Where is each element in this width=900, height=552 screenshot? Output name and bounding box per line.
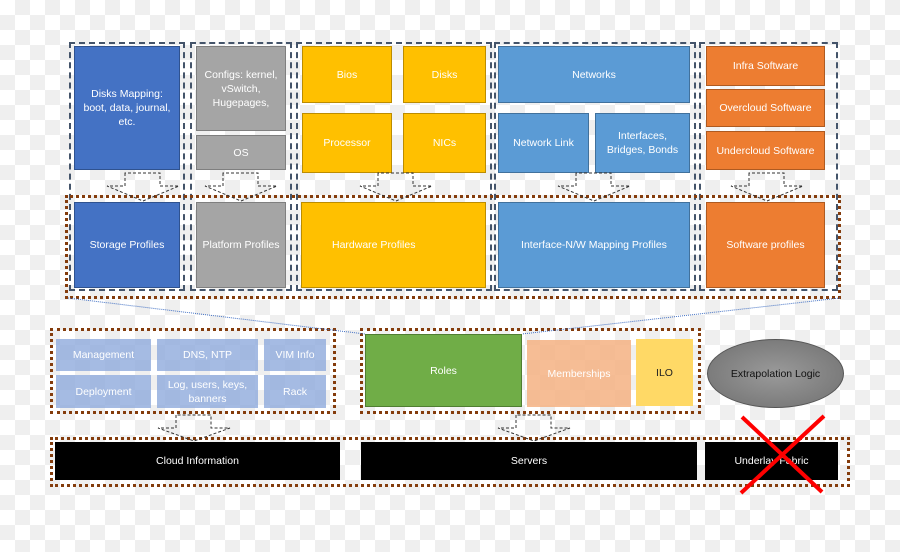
log-users-keys-box: Log, users, keys, banners: [157, 375, 258, 408]
os-box: OS: [196, 135, 286, 170]
storage-profiles-box: Storage Profiles: [74, 202, 180, 288]
configs-box: Configs: kernel, vSwitch, Hugepages,: [196, 46, 286, 131]
dns-ntp-box: DNS, NTP: [157, 339, 258, 371]
bios-box: Bios: [302, 46, 392, 103]
software-profiles-box: Software profiles: [706, 202, 825, 288]
network-link-box: Network Link: [498, 113, 589, 173]
architecture-diagram: Disks Mapping: boot, data, journal, etc.…: [0, 0, 900, 552]
disks-mapping-box: Disks Mapping: boot, data, journal, etc.: [74, 46, 180, 170]
management-box: Management: [56, 339, 151, 371]
rack-box: Rack: [264, 375, 326, 408]
memberships-box: Memberships: [527, 340, 631, 407]
interfaces-box: Interfaces, Bridges, Bonds: [595, 113, 690, 173]
cloud-information-bar: Cloud Information: [55, 442, 340, 480]
underlay-fabric-bar: Underlay Fabric: [705, 442, 838, 480]
extrapolation-logic-ellipse: Extrapolation Logic: [707, 339, 844, 408]
networks-box: Networks: [498, 46, 690, 103]
overcloud-software-box: Overcloud Software: [706, 89, 825, 127]
disks-box: Disks: [403, 46, 486, 103]
hardware-profiles-box: Hardware Profiles: [301, 202, 486, 288]
undercloud-software-box: Undercloud Software: [706, 131, 825, 170]
interface-mapping-profiles-box: Interface-N/W Mapping Profiles: [498, 202, 690, 288]
vim-info-box: VIM Info: [264, 339, 326, 371]
deployment-box: Deployment: [56, 375, 151, 408]
nics-box: NICs: [403, 113, 486, 173]
servers-bar: Servers: [361, 442, 697, 480]
platform-profiles-box: Platform Profiles: [196, 202, 286, 288]
infra-software-box: Infra Software: [706, 46, 825, 86]
ilo-box: ILO: [636, 339, 693, 406]
processor-box: Processor: [302, 113, 392, 173]
roles-box: Roles: [365, 334, 522, 407]
